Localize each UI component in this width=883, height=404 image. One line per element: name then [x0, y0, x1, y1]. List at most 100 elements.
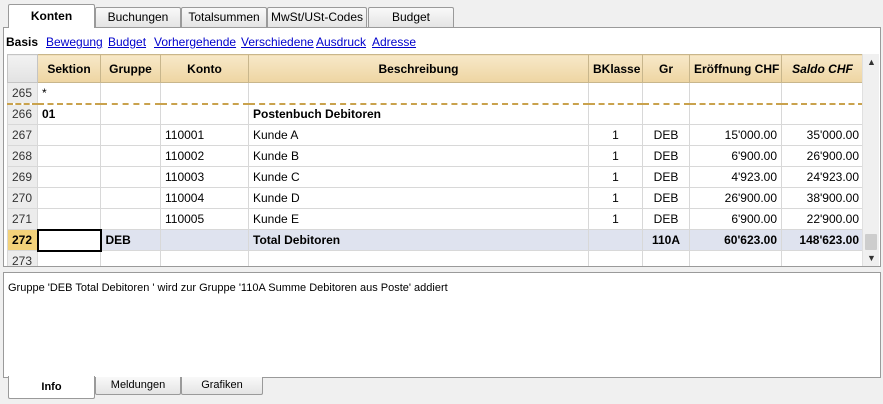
- cell-gr[interactable]: DEB: [642, 166, 690, 188]
- cell-eroeffnung[interactable]: [689, 82, 782, 105]
- cell-bklasse[interactable]: 1: [588, 145, 643, 167]
- cell-gr[interactable]: DEB: [642, 124, 690, 146]
- table-row[interactable]: 269 110003 Kunde C 1 DEB 4'923.00 24'923…: [7, 166, 864, 188]
- column-header-gr[interactable]: Gr: [642, 54, 690, 83]
- cell-konto[interactable]: [160, 103, 249, 125]
- cell-gr[interactable]: [642, 250, 690, 266]
- cell-konto[interactable]: 110004: [160, 187, 249, 209]
- scroll-up-arrow-icon[interactable]: ▲: [863, 54, 880, 70]
- cell-bklasse[interactable]: 1: [588, 187, 643, 209]
- cell-konto[interactable]: 110005: [160, 208, 249, 230]
- tab-grafiken[interactable]: Grafiken: [181, 377, 263, 395]
- cell-gr[interactable]: [642, 103, 690, 125]
- cell-sektion[interactable]: 01: [37, 103, 101, 125]
- tab-konten[interactable]: Konten: [8, 4, 95, 28]
- cell-beschreibung[interactable]: [248, 82, 589, 105]
- cell-gruppe[interactable]: [100, 208, 161, 230]
- cell-eroeffnung[interactable]: 6'900.00: [689, 208, 782, 230]
- cell-konto[interactable]: 110001: [160, 124, 249, 146]
- cell-eroeffnung[interactable]: 15'000.00: [689, 124, 782, 146]
- table-row[interactable]: 266 01 Postenbuch Debitoren: [7, 103, 864, 125]
- cell-gruppe[interactable]: [100, 124, 161, 146]
- cell-gruppe[interactable]: [100, 103, 161, 125]
- cell-beschreibung[interactable]: Kunde E: [248, 208, 589, 230]
- column-header-saldo[interactable]: Saldo CHF: [781, 54, 864, 83]
- cell-konto[interactable]: 110003: [160, 166, 249, 188]
- cell-saldo[interactable]: 35'000.00: [781, 124, 864, 146]
- scroll-down-arrow-icon[interactable]: ▼: [863, 250, 880, 266]
- cell-eroeffnung[interactable]: [689, 250, 782, 266]
- table-row[interactable]: 268 110002 Kunde B 1 DEB 6'900.00 26'900…: [7, 145, 864, 167]
- tab-budget[interactable]: Budget: [368, 7, 454, 27]
- tab-mwst-ust-codes[interactable]: MwSt/USt-Codes: [267, 7, 367, 27]
- cell-gr[interactable]: 110A: [642, 229, 690, 251]
- cell-sektion[interactable]: [37, 145, 101, 167]
- cell-konto[interactable]: [160, 229, 249, 251]
- cell-sektion[interactable]: [37, 166, 101, 188]
- cell-gruppe[interactable]: [100, 82, 161, 105]
- vertical-scrollbar[interactable]: ▲ ▼: [862, 54, 879, 266]
- cell-bklasse[interactable]: 1: [588, 166, 643, 188]
- cell-beschreibung[interactable]: Total Debitoren: [248, 229, 589, 251]
- cell-gruppe[interactable]: [100, 166, 161, 188]
- column-header-sektion[interactable]: Sektion: [37, 54, 101, 83]
- cell-beschreibung[interactable]: Kunde A: [248, 124, 589, 146]
- tab-totalsummen[interactable]: Totalsummen: [181, 7, 267, 27]
- scrollbar-thumb[interactable]: [865, 234, 877, 250]
- cell-eroeffnung[interactable]: 26'900.00: [689, 187, 782, 209]
- cell-saldo[interactable]: 38'900.00: [781, 187, 864, 209]
- cell-bklasse[interactable]: 1: [588, 124, 643, 146]
- cell-gruppe[interactable]: [100, 145, 161, 167]
- cell-bklasse[interactable]: [588, 250, 643, 266]
- view-link-adresse[interactable]: Adresse: [372, 35, 416, 49]
- table-row[interactable]: 271 110005 Kunde E 1 DEB 6'900.00 22'900…: [7, 208, 864, 230]
- column-header-eroeffnung[interactable]: Eröffnung CHF: [689, 54, 782, 83]
- view-link-bewegung[interactable]: Bewegung: [46, 35, 103, 49]
- cell-gr[interactable]: [642, 82, 690, 105]
- view-basis[interactable]: Basis: [6, 35, 38, 49]
- column-header-gruppe[interactable]: Gruppe: [100, 54, 161, 83]
- view-link-ausdruck[interactable]: Ausdruck: [316, 35, 366, 49]
- cell-saldo[interactable]: [781, 250, 864, 266]
- cell-gruppe[interactable]: DEB: [100, 229, 161, 251]
- cell-gr[interactable]: DEB: [642, 187, 690, 209]
- cell-sektion[interactable]: [37, 208, 101, 230]
- cell-bklasse[interactable]: 1: [588, 208, 643, 230]
- tab-info[interactable]: Info: [8, 376, 95, 399]
- cell-bklasse[interactable]: [588, 103, 643, 125]
- cell-bklasse[interactable]: [588, 82, 643, 105]
- cell-konto[interactable]: 110002: [160, 145, 249, 167]
- cell-gruppe[interactable]: [100, 250, 161, 266]
- cell-saldo[interactable]: [781, 103, 864, 125]
- cell-beschreibung[interactable]: Postenbuch Debitoren: [248, 103, 589, 125]
- table-row-selected[interactable]: 272 DEB Total Debitoren 110A 60'623.00 1…: [7, 228, 864, 252]
- cell-beschreibung[interactable]: Kunde B: [248, 145, 589, 167]
- cell-sektion[interactable]: [37, 124, 101, 146]
- view-link-budget[interactable]: Budget: [108, 35, 146, 49]
- cell-gr[interactable]: DEB: [642, 208, 690, 230]
- table-row[interactable]: 267 110001 Kunde A 1 DEB 15'000.00 35'00…: [7, 124, 864, 146]
- column-header-konto[interactable]: Konto: [160, 54, 249, 83]
- cell-beschreibung[interactable]: [248, 250, 589, 266]
- view-link-verschiedene[interactable]: Verschiedene: [241, 35, 314, 49]
- cell-eroeffnung[interactable]: 6'900.00: [689, 145, 782, 167]
- cell-konto[interactable]: [160, 250, 249, 266]
- cell-eroeffnung[interactable]: 60'623.00: [689, 229, 782, 251]
- cell-eroeffnung[interactable]: 4'923.00: [689, 166, 782, 188]
- cell-saldo[interactable]: 22'900.00: [781, 208, 864, 230]
- cell-gr[interactable]: DEB: [642, 145, 690, 167]
- cell-saldo[interactable]: [781, 82, 864, 105]
- column-header-beschreibung[interactable]: Beschreibung: [248, 54, 589, 83]
- cell-beschreibung[interactable]: Kunde C: [248, 166, 589, 188]
- column-header-bklasse[interactable]: BKlasse: [588, 54, 643, 83]
- cell-eroeffnung[interactable]: [689, 103, 782, 125]
- cell-gruppe[interactable]: [100, 187, 161, 209]
- cell-sektion-active[interactable]: [36, 228, 102, 252]
- table-row[interactable]: 273: [7, 250, 864, 266]
- cell-beschreibung[interactable]: Kunde D: [248, 187, 589, 209]
- cell-saldo[interactable]: 24'923.00: [781, 166, 864, 188]
- tab-buchungen[interactable]: Buchungen: [95, 7, 181, 27]
- table-row[interactable]: 265 *: [7, 82, 864, 105]
- table-row[interactable]: 270 110004 Kunde D 1 DEB 26'900.00 38'90…: [7, 187, 864, 209]
- cell-sektion[interactable]: [37, 187, 101, 209]
